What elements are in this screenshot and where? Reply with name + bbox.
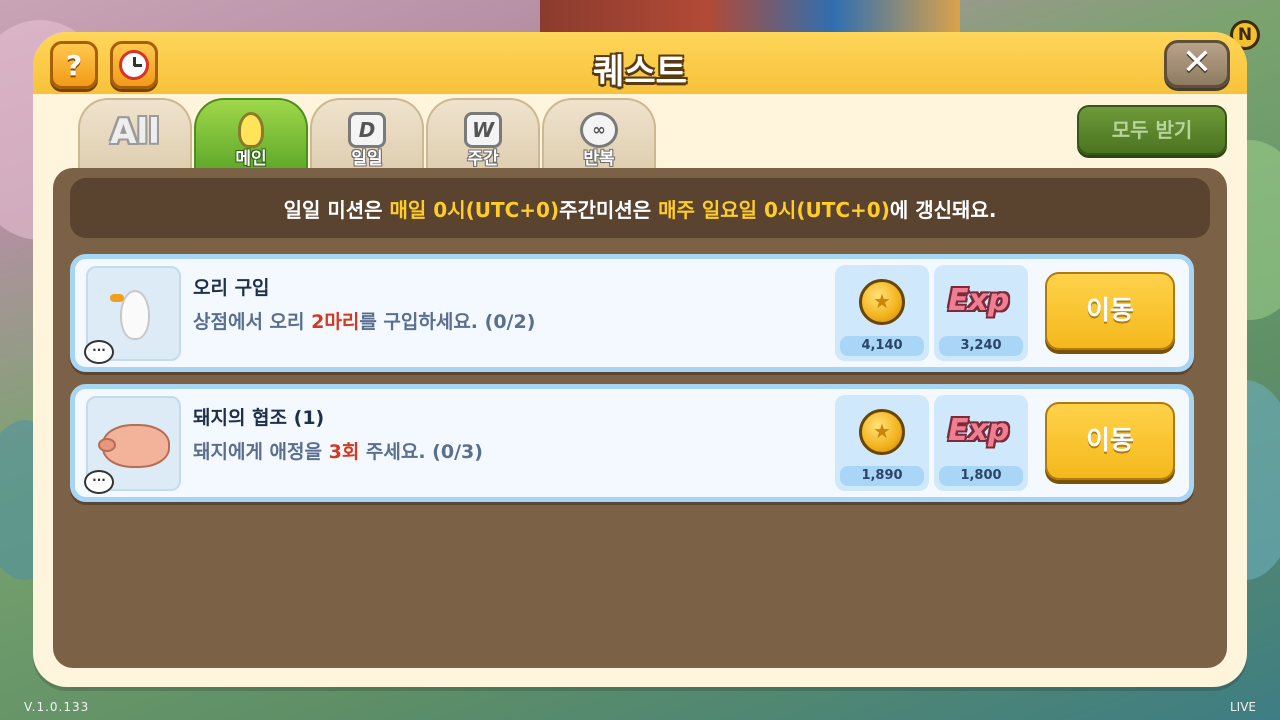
quest-desc-highlight: 2마리 — [311, 311, 360, 333]
quest-desc-text: 돼지에게 애정을 — [193, 441, 329, 463]
coin-reward-value: 4,140 — [840, 336, 924, 356]
exp-reward: Exp 1,800 — [934, 395, 1028, 491]
pig-snout-icon — [98, 438, 116, 452]
alarm-clock-icon — [119, 50, 149, 80]
daily-icon: D — [348, 112, 386, 148]
dialog-title: 퀘스트 — [593, 52, 687, 92]
tab-weekly[interactable]: W 주간 — [426, 98, 540, 170]
quest-desc-text: 상점에서 오리 — [193, 311, 312, 333]
exp-icon: Exp — [948, 283, 1010, 318]
version-label: V.1.0.133 — [24, 700, 90, 714]
exp-reward-value: 1,800 — [939, 466, 1023, 486]
quest-thumbnail: ··· — [84, 266, 181, 364]
tab-repeat[interactable]: ∞ 반복 — [542, 98, 656, 170]
coin-icon: ★ — [859, 279, 905, 325]
quest-desc-highlight: 3회 — [328, 441, 360, 463]
notice-text: 에 갱신돼요. — [889, 197, 997, 222]
tab-label: 일일 — [351, 149, 383, 169]
help-button[interactable]: ? — [50, 41, 98, 89]
coin-reward-value: 1,890 — [840, 466, 924, 486]
tab-daily[interactable]: D 일일 — [310, 98, 424, 170]
repeat-icon: ∞ — [580, 112, 618, 148]
quest-description: 상점에서 오리 2마리를 구입하세요. (0/2) — [193, 307, 535, 334]
claim-all-button[interactable]: 모두 받기 — [1077, 105, 1227, 155]
duck-icon — [120, 290, 150, 340]
notice-text: 주간미션은 — [559, 197, 652, 222]
speech-bubble-icon[interactable]: ··· — [84, 340, 114, 364]
weekly-icon: W — [464, 112, 502, 148]
quest-item: ··· 돼지의 협조 (1) 돼지에게 애정을 3회 주세요. (0/3) ★ … — [70, 384, 1194, 502]
quest-desc-text: 주세요. (0/3) — [359, 441, 483, 463]
go-button[interactable]: 이동 — [1045, 272, 1175, 350]
tab-label: 주간 — [467, 149, 499, 169]
live-label: LIVE — [1229, 700, 1256, 714]
alarm-button[interactable] — [110, 41, 158, 89]
lightbulb-icon — [238, 112, 264, 148]
notice-text: 일일 미션은 — [283, 197, 383, 222]
coin-reward: ★ 4,140 — [835, 265, 929, 361]
exp-reward: Exp 3,240 — [934, 265, 1028, 361]
quest-tabs: All 메인 D 일일 W 주간 ∞ 반복 — [78, 98, 656, 170]
quest-panel: 일일 미션은 매일 0시(UTC+0) 주간미션은 매주 일요일 0시(UTC+… — [53, 168, 1227, 668]
tab-all[interactable]: All — [78, 98, 192, 170]
tab-main[interactable]: 메인 — [194, 98, 308, 170]
coin-icon: ★ — [859, 409, 905, 455]
quest-name: 돼지의 협조 (1) — [193, 407, 325, 429]
duck-beak-icon — [110, 294, 124, 302]
reset-notice: 일일 미션은 매일 0시(UTC+0) 주간미션은 매주 일요일 0시(UTC+… — [70, 178, 1210, 238]
dialog-titlebar: 퀘스트 ? ✕ — [33, 32, 1247, 94]
notice-highlight: 매일 0시(UTC+0) — [389, 197, 560, 222]
quest-dialog: 퀘스트 ? ✕ All 메인 D 일일 W 주간 ∞ 반복 모두 받기 일일 미… — [33, 32, 1247, 687]
close-button[interactable]: ✕ — [1164, 40, 1230, 88]
quest-name: 오리 구입 — [193, 277, 270, 299]
all-icon: All — [110, 112, 160, 152]
quest-desc-text: 를 구입하세요. (0/2) — [359, 311, 536, 333]
quest-item: ··· 오리 구입 상점에서 오리 2마리를 구입하세요. (0/2) ★ 4,… — [70, 254, 1194, 372]
exp-reward-value: 3,240 — [939, 336, 1023, 356]
tab-label: 메인 — [235, 149, 267, 169]
quest-thumbnail: ··· — [84, 396, 181, 494]
quest-description: 돼지에게 애정을 3회 주세요. (0/3) — [193, 437, 483, 464]
notice-highlight: 매주 일요일 0시(UTC+0) — [658, 197, 890, 222]
coin-reward: ★ 1,890 — [835, 395, 929, 491]
exp-icon: Exp — [948, 413, 1010, 448]
go-button[interactable]: 이동 — [1045, 402, 1175, 480]
tab-label: 반복 — [583, 149, 615, 169]
speech-bubble-icon[interactable]: ··· — [84, 470, 114, 494]
